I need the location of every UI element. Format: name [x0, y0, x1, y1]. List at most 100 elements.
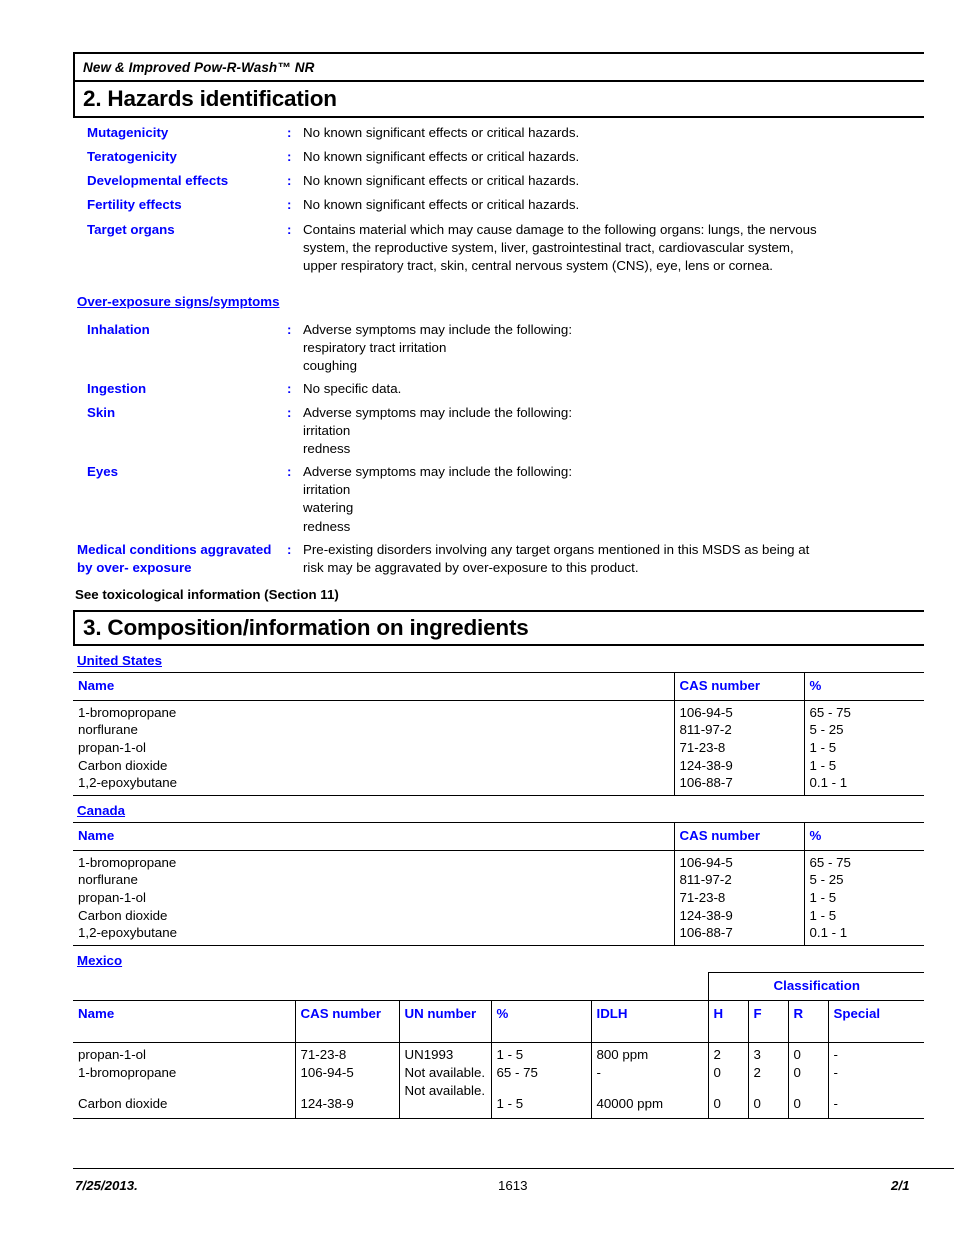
hazards-rows: Mutagenicity : No known significant effe…: [73, 124, 924, 275]
page-content: New & Improved Pow-R-Wash™ NR 2. Hazards…: [73, 52, 925, 1120]
value-line: risk may be aggravated by over-exposure …: [303, 559, 639, 575]
row-value: Adverse symptoms may include the followi…: [303, 321, 924, 375]
cell-value: propan-1-ol: [78, 1047, 147, 1063]
table-header-row: Name CAS number %: [73, 821, 924, 851]
cell-names: 1-bromopropane norflurane propan-1-ol Ca…: [73, 850, 674, 947]
classification-group-header: Classification: [707, 972, 925, 1001]
row-label: Target organs: [87, 221, 175, 237]
row-colon: :: [287, 221, 292, 237]
row-value: No known significant effects or critical…: [303, 124, 924, 142]
cell-value: 124-38-9: [679, 907, 733, 923]
column-header-cas: CAS number: [673, 821, 804, 851]
row-value: Pre-existing disorders involving any tar…: [303, 541, 924, 577]
row-label: Developmental effects: [87, 173, 229, 189]
cell-idlh: 800 ppm - 40000 ppm: [590, 1042, 708, 1120]
value-line: upper respiratory tract, skin, central n…: [303, 257, 774, 273]
overexposure-row-inhalation: Inhalation : Adverse symptoms may includ…: [73, 321, 924, 375]
row-value: No specific data.: [303, 380, 924, 398]
value-line: Adverse symptoms may include the followi…: [303, 321, 573, 337]
cell-reactivity: 0 0 0: [787, 1042, 828, 1120]
value-line: No known significant effects or critical…: [303, 197, 580, 213]
row-colon: :: [287, 380, 292, 396]
value-line: respiratory tract irritation: [303, 339, 447, 355]
row-label: Fertility effects: [87, 197, 182, 213]
cell-value: 5 - 25: [809, 872, 844, 888]
cell-value: 0: [793, 1047, 801, 1063]
row-colon: :: [287, 125, 292, 141]
value-line: irritation: [303, 423, 351, 439]
cell-value: 1 - 5: [496, 1095, 524, 1111]
column-header-name: Name: [73, 999, 295, 1044]
cell-value: 124-38-9: [300, 1095, 354, 1111]
cell-special: - - -: [827, 1042, 925, 1120]
row-label: Teratogenicity: [87, 149, 177, 165]
row-label: Ingestion: [87, 380, 147, 396]
row-colon: :: [287, 173, 292, 189]
column-header-reactivity: R: [787, 999, 828, 1044]
row-label: Eyes: [87, 464, 119, 480]
column-header-name: Name: [73, 671, 674, 701]
cell-names: 1-bromopropane norflurane propan-1-ol Ca…: [73, 700, 674, 796]
column-header-name: Name: [73, 821, 674, 851]
hazard-row-mutagenicity: Mutagenicity : No known significant effe…: [73, 124, 924, 142]
value-line: No known significant effects or critical…: [303, 125, 580, 141]
cell-value: 2: [713, 1047, 721, 1063]
column-header-health: H: [707, 999, 748, 1044]
label-line: Medical conditions: [77, 541, 197, 557]
spacer-cell: [399, 973, 491, 1001]
canada-heading: Canada: [77, 802, 126, 818]
footer-date: 7/25/2013.: [75, 1178, 138, 1193]
footer-page-number: 2/1: [891, 1178, 910, 1193]
value-line: coughing: [303, 357, 357, 373]
toxicological-note: See toxicological information (Section 1…: [75, 586, 339, 602]
section-2-title: 2. Hazards identification: [73, 80, 924, 119]
row-colon: :: [287, 197, 292, 213]
cell-value: 0: [793, 1095, 801, 1111]
united-states-heading: United States: [77, 652, 162, 668]
table-header-row: Name CAS number UN number % IDLH H F R S…: [73, 999, 925, 1044]
section-3-title: 3. Composition/information on ingredient…: [73, 609, 924, 646]
cell-value: 1-bromopropane: [78, 854, 177, 870]
cell-value: 811-97-2: [679, 872, 732, 888]
overexposure-row-ingestion: Ingestion : No specific data.: [73, 380, 924, 398]
cell-fire: 3 2 0: [747, 1042, 788, 1120]
medical-conditions-row: Medical conditions aggravated by over- e…: [73, 541, 924, 577]
hazard-row-teratogenicity: Teratogenicity : No known significant ef…: [73, 148, 924, 166]
cell-value: norflurane: [78, 722, 138, 738]
column-header-fire: F: [747, 999, 788, 1044]
cell-value: 3: [753, 1047, 761, 1063]
spacer-cell: [73, 973, 295, 1001]
row-value: No known significant effects or critical…: [303, 172, 924, 190]
cell-value: 71-23-8: [300, 1047, 347, 1063]
cell-value: 2: [753, 1065, 761, 1081]
row-colon: :: [287, 321, 292, 337]
cell-value: -: [833, 1095, 838, 1111]
row-label: Medical conditions aggravated by over- e…: [73, 541, 287, 577]
table-row: 1-bromopropane norflurane propan-1-ol Ca…: [73, 850, 924, 947]
cell-value: 40000 ppm: [596, 1095, 664, 1111]
row-label: Skin: [87, 405, 116, 421]
cell-value: 1 - 5: [809, 757, 837, 773]
hazard-row-fertility-effects: Fertility effects : No known significant…: [73, 196, 924, 214]
document-page: New & Improved Pow-R-Wash™ NR 2. Hazards…: [0, 0, 954, 1235]
cell-value: 1-bromopropane: [78, 1065, 177, 1081]
cell-value: propan-1-ol: [78, 889, 147, 905]
row-colon: :: [287, 464, 292, 480]
row-colon: :: [287, 541, 292, 557]
column-header-idlh: IDLH: [590, 999, 708, 1044]
overexposure-row-skin: Skin : Adverse symptoms may include the …: [73, 404, 924, 458]
classification-group-row: Classification: [73, 972, 925, 1001]
running-header: New & Improved Pow-R-Wash™ NR: [73, 52, 924, 80]
cell-cas-numbers: 71-23-8 106-94-5 124-38-9: [294, 1042, 399, 1120]
cell-value: 106-88-7: [679, 775, 733, 791]
value-line: Adverse symptoms may include the followi…: [303, 464, 573, 480]
over-exposure-rows: Inhalation : Adverse symptoms may includ…: [73, 321, 924, 577]
spacer-cell: [295, 973, 399, 1001]
cell-value: 1 - 5: [496, 1047, 524, 1063]
value-line: Adverse symptoms may include the followi…: [303, 405, 573, 421]
cell-value: Carbon dioxide: [78, 1095, 168, 1111]
row-value: No known significant effects or critical…: [303, 148, 924, 166]
row-colon: :: [287, 149, 292, 165]
spacer-cell: [591, 973, 708, 1001]
column-header-cas: CAS number: [673, 671, 804, 701]
